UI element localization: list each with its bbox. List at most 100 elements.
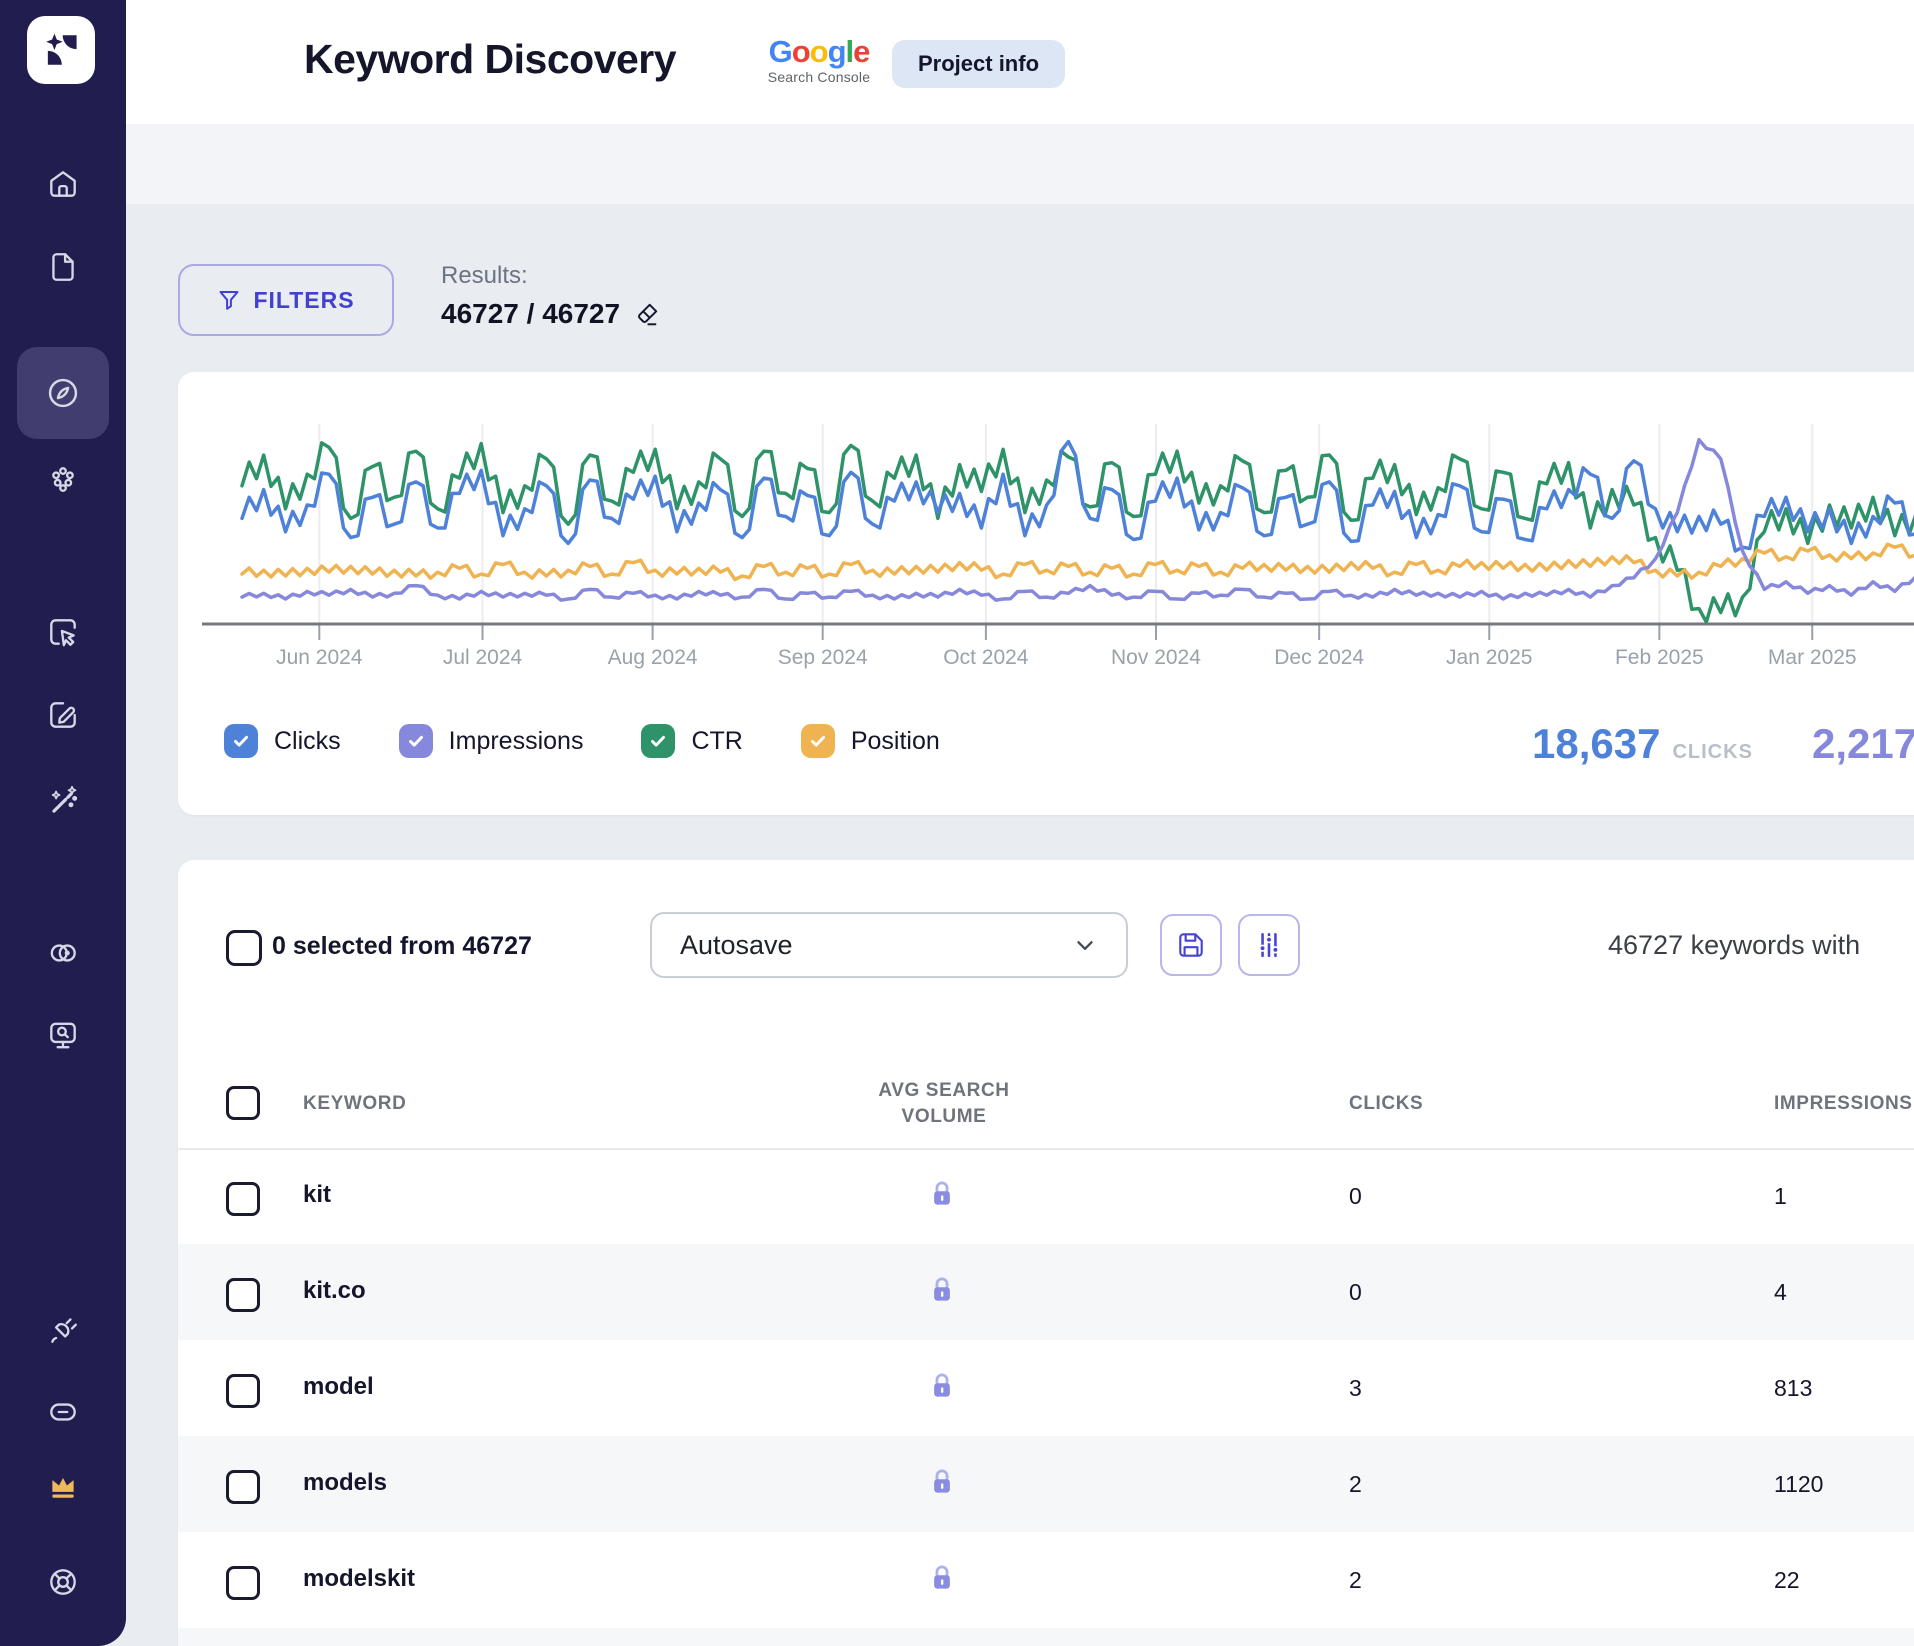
sidebar-item-compare[interactable] (0, 936, 126, 970)
row-keyword[interactable]: models (303, 1469, 387, 1497)
col-avg-search-volume[interactable]: AVG SEARCH VOLUME (854, 1078, 1034, 1130)
select-all-checkbox[interactable] (226, 1086, 260, 1120)
svg-text:Dec 2024: Dec 2024 (1274, 646, 1364, 669)
svg-text:Jul 2024: Jul 2024 (443, 646, 523, 669)
columns-settings-button[interactable] (1238, 914, 1300, 976)
legend-checkbox[interactable] (399, 724, 433, 758)
row-impressions-value: 813 (1774, 1375, 1812, 1402)
sidebar-item-api[interactable] (0, 1395, 126, 1429)
save-button[interactable] (1160, 914, 1222, 976)
col-clicks[interactable]: CLICKS (1349, 1093, 1423, 1115)
google-letter: l (846, 34, 854, 69)
keywords-summary-text: 46727 keywords with (1608, 930, 1860, 961)
sidebar-item-ai-tools[interactable] (0, 783, 126, 817)
google-letter: g (828, 34, 846, 69)
legend-checkbox[interactable] (801, 724, 835, 758)
google-letter: o (792, 34, 810, 69)
keywords-table-card: 0 selected from 46727 Autosave 46727 key… (178, 860, 1914, 1646)
sidebar-item-apps[interactable] (0, 462, 126, 496)
row-keyword[interactable]: model (303, 1373, 374, 1401)
project-info-button[interactable]: Project info (892, 40, 1065, 88)
filters-button[interactable]: FILTERS (178, 264, 394, 336)
legend-toggle-clicks[interactable]: Clicks (224, 724, 341, 758)
svg-text:Jan 2025: Jan 2025 (1446, 646, 1532, 669)
clicks-stat-label: CLICKS (1672, 741, 1752, 764)
sidebar-item-upgrade[interactable] (0, 1469, 126, 1503)
sidebar-item-keyword-discovery[interactable] (0, 376, 126, 410)
sliders-icon (1254, 930, 1284, 960)
table-header-row: KEYWORD AVG SEARCH VOLUME CLICKS IMPRESS… (178, 1058, 1914, 1150)
row-checkbox[interactable] (226, 1278, 260, 1312)
dots-cluster-icon (46, 462, 80, 496)
legend-checkbox[interactable] (224, 724, 258, 758)
header-substrip (126, 124, 1914, 204)
home-icon (46, 167, 80, 201)
keyword-discovery-screen: Keyword Discovery Google Search Console … (0, 0, 1914, 1646)
eraser-icon[interactable] (634, 301, 660, 327)
sidebar-item-help[interactable] (0, 1565, 126, 1599)
table-rows: kit 0 1 kit.co 0 4 model (178, 1148, 1914, 1628)
sidebar-item-integrations[interactable] (0, 1312, 126, 1346)
lock-icon (930, 1467, 954, 1502)
sidebar-item-documents[interactable] (0, 250, 126, 284)
col-keyword[interactable]: KEYWORD (303, 1093, 406, 1115)
table-row[interactable]: kit 0 1 (178, 1148, 1914, 1244)
row-impressions-value: 1 (1774, 1183, 1787, 1210)
row-keyword[interactable]: kit (303, 1181, 331, 1209)
sidebar-item-home[interactable] (0, 167, 126, 201)
table-row[interactable]: model 3 813 (178, 1340, 1914, 1436)
svg-text:Aug 2024: Aug 2024 (608, 646, 698, 669)
row-checkbox[interactable] (226, 1470, 260, 1504)
table-row[interactable]: models 2 1120 (178, 1436, 1914, 1532)
lock-icon (930, 1371, 954, 1406)
svg-text:Mar 2025: Mar 2025 (1768, 646, 1857, 669)
overlap-circles-icon (46, 936, 80, 970)
legend-checkbox[interactable] (641, 724, 675, 758)
edit-icon (46, 698, 80, 732)
autosave-select-value: Autosave (680, 930, 793, 961)
table-row[interactable]: modelskit 2 22 (178, 1532, 1914, 1628)
chart-legend: Clicks Impressions CTR Position (224, 724, 940, 758)
funnel-icon (217, 288, 241, 312)
link-box-icon (46, 1395, 80, 1429)
autosave-select[interactable]: Autosave (650, 912, 1128, 978)
google-letter: o (810, 34, 828, 69)
row-checkbox[interactable] (226, 1374, 260, 1408)
page-title: Keyword Discovery (304, 36, 676, 83)
legend-toggle-ctr[interactable]: CTR (641, 724, 742, 758)
legend-toggle-impressions[interactable]: Impressions (399, 724, 584, 758)
sparkle-logo-icon (38, 27, 84, 73)
cursor-click-icon (46, 615, 80, 649)
compass-icon (45, 375, 81, 411)
row-clicks-value: 3 (1349, 1375, 1362, 1402)
row-impressions-value: 22 (1774, 1567, 1800, 1594)
row-checkbox[interactable] (226, 1182, 260, 1216)
filters-button-label: FILTERS (253, 287, 354, 314)
row-keyword[interactable]: modelskit (303, 1565, 415, 1593)
sidebar-item-site-audit[interactable] (0, 1018, 126, 1052)
google-logo-word: Google (764, 36, 874, 67)
legend-label: CTR (691, 727, 742, 756)
row-clicks-value: 0 (1349, 1279, 1362, 1306)
sidebar-item-tracking[interactable] (0, 615, 126, 649)
chevron-down-icon (1072, 932, 1098, 958)
row-keyword[interactable]: kit.co (303, 1277, 366, 1305)
legend-toggle-position[interactable]: Position (801, 724, 940, 758)
app-logo[interactable] (27, 16, 95, 84)
results-label: Results: (441, 262, 528, 290)
google-letter: e (853, 34, 869, 69)
col-impressions[interactable]: IMPRESSIONS (1774, 1093, 1913, 1115)
select-all-visible-checkbox[interactable] (226, 930, 262, 966)
results-value: 46727 / 46727 (441, 298, 660, 330)
table-row[interactable]: kit.co 0 4 (178, 1244, 1914, 1340)
row-checkbox[interactable] (226, 1566, 260, 1600)
lock-icon (930, 1563, 954, 1598)
row-clicks-value: 2 (1349, 1471, 1362, 1498)
selected-count-text: 0 selected from 46727 (272, 932, 532, 961)
impressions-stat-value: 2,217 (1812, 720, 1914, 768)
sidebar-item-editor[interactable] (0, 698, 126, 732)
row-clicks-value: 0 (1349, 1183, 1362, 1210)
clicks-stat: 18,637 CLICKS (1532, 720, 1753, 768)
google-logo-subtitle: Search Console (764, 69, 874, 85)
legend-label: Impressions (449, 727, 584, 756)
